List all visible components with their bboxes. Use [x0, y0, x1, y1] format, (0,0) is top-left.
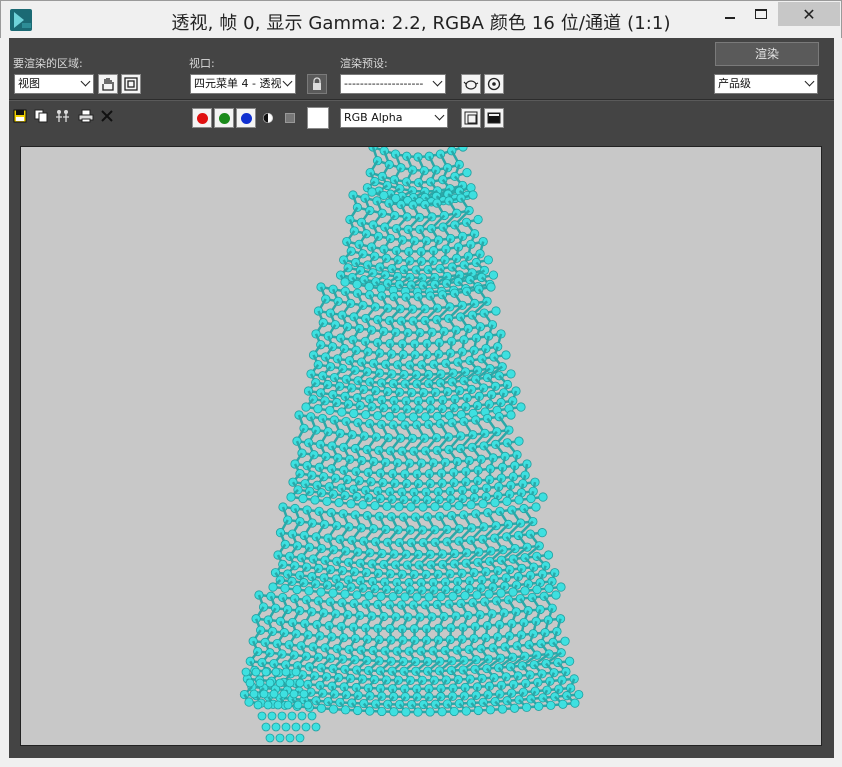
environment-button[interactable]	[484, 74, 504, 94]
render-viewport[interactable]	[20, 146, 822, 746]
area-label: 要渲染的区域:	[13, 57, 83, 70]
area-dropdown-value: 视图	[18, 77, 40, 90]
copy-icon	[34, 109, 48, 123]
toggle-ui-button[interactable]	[484, 108, 504, 128]
lock-icon	[313, 77, 321, 90]
close-icon: ✕	[802, 4, 816, 24]
channel-dropdown[interactable]: RGB Alpha	[340, 108, 448, 128]
clone-window-button[interactable]	[55, 108, 71, 124]
region-frame-icon	[124, 77, 138, 91]
chevron-down-icon	[282, 76, 293, 87]
monochrome-toggle[interactable]	[282, 110, 298, 126]
clear-image-button[interactable]	[99, 108, 115, 124]
molecule-render-image	[239, 147, 584, 743]
close-button[interactable]: ✕	[778, 2, 840, 26]
minimize-icon	[725, 17, 735, 19]
area-dropdown[interactable]: 视图	[14, 74, 94, 94]
title-bar: 透视, 帧 0, 显示 Gamma: 2.2, RGBA 颜色 16 位/通道 …	[0, 0, 842, 38]
viewport-dropdown[interactable]: 四元菜单 4 - 透视	[190, 74, 296, 94]
channel-dropdown-value: RGB Alpha	[344, 111, 403, 124]
panel-divider-highlight	[9, 100, 834, 101]
monitor-icon	[487, 112, 501, 124]
red-channel-toggle[interactable]	[192, 108, 212, 128]
print-icon	[78, 109, 94, 123]
viewport-dropdown-value: 四元菜单 4 - 透视	[194, 77, 282, 90]
hand-region-icon	[102, 78, 114, 91]
preset-label: 渲染预设:	[340, 57, 388, 70]
render-controls-panel: 要渲染的区域: 视图 视口: 四元菜单 4 - 透视 渲染预设: -------…	[9, 38, 834, 134]
maximize-button[interactable]	[747, 2, 775, 26]
viewport-label: 视口:	[189, 57, 215, 70]
print-image-button[interactable]	[78, 108, 94, 124]
edit-region-button[interactable]	[98, 74, 118, 94]
grey-square-icon	[285, 113, 295, 123]
minimize-button[interactable]	[713, 2, 747, 26]
window-title: 透视, 帧 0, 显示 Gamma: 2.2, RGBA 颜色 16 位/通道 …	[171, 13, 671, 34]
overlay-icon	[464, 111, 478, 125]
production-dropdown-value: 产品级	[718, 77, 751, 90]
toggle-ui-overlay-button[interactable]	[461, 108, 481, 128]
green-dot-icon	[218, 112, 230, 124]
color-swatch[interactable]	[307, 107, 329, 129]
lock-viewport-button[interactable]	[307, 74, 327, 94]
preset-dropdown-value: --------------------	[344, 77, 424, 90]
clone-icon	[56, 110, 69, 122]
copy-image-button[interactable]	[33, 108, 49, 124]
window-bottom-edge	[0, 758, 842, 767]
save-image-button[interactable]	[12, 108, 28, 124]
render-setup-button[interactable]	[461, 74, 481, 94]
floppy-icon	[13, 109, 27, 123]
alpha-channel-toggle[interactable]	[260, 110, 276, 126]
chevron-down-icon	[80, 76, 91, 87]
green-channel-toggle[interactable]	[214, 108, 234, 128]
red-dot-icon	[196, 112, 208, 124]
preset-dropdown[interactable]: --------------------	[340, 74, 446, 94]
maximize-icon	[755, 9, 767, 19]
disc-icon	[487, 77, 501, 91]
teapot-icon	[463, 80, 479, 90]
chevron-down-icon	[804, 76, 815, 87]
close-icon	[101, 110, 113, 122]
blue-channel-toggle[interactable]	[236, 108, 256, 128]
half-circle-icon	[263, 113, 273, 123]
render-button[interactable]: 渲染	[715, 42, 819, 66]
production-dropdown[interactable]: 产品级	[714, 74, 818, 94]
blue-dot-icon	[240, 112, 252, 124]
auto-region-button[interactable]	[121, 74, 141, 94]
chevron-down-icon	[434, 110, 445, 121]
chevron-down-icon	[432, 76, 443, 87]
